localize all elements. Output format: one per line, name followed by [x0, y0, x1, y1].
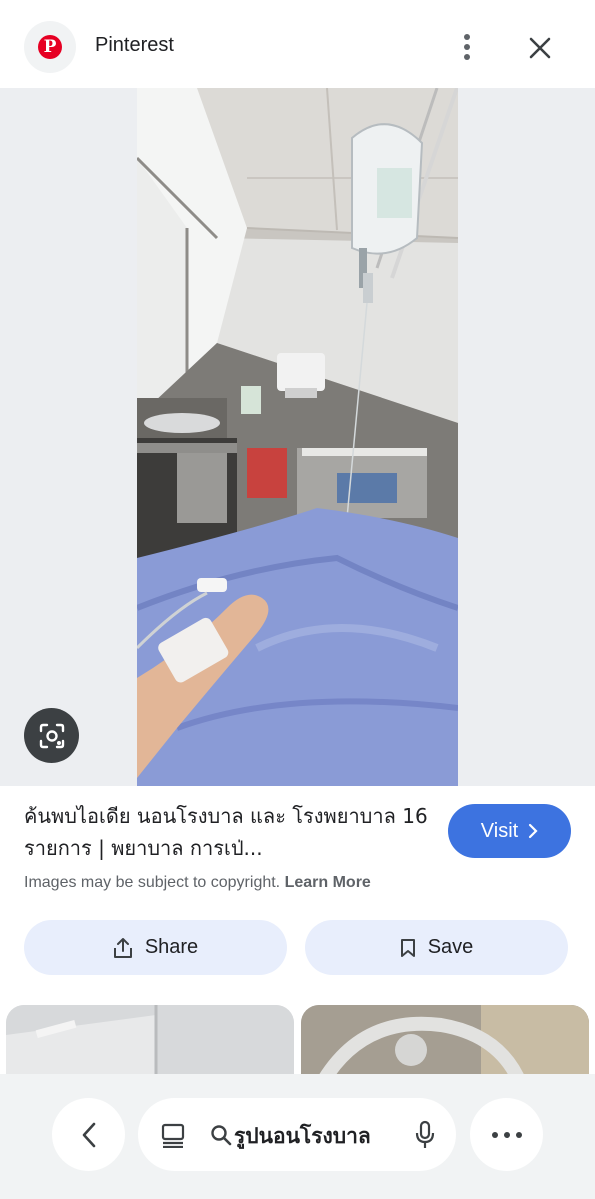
more-horiz-icon[interactable]: [470, 1098, 543, 1171]
pinterest-logo-mark: P: [38, 35, 62, 59]
search-query[interactable]: รูปนอนโรงบาล: [234, 1120, 371, 1153]
copyright-text: Images may be subject to copyright.: [24, 874, 281, 891]
image-viewer: [0, 88, 595, 786]
site-name[interactable]: Pinterest: [95, 34, 174, 57]
result-image[interactable]: [137, 88, 458, 786]
tabs-icon[interactable]: [160, 1122, 186, 1148]
share-icon: [113, 937, 132, 958]
save-label: Save: [427, 936, 474, 958]
chevron-right-icon: [529, 823, 538, 839]
pinterest-logo[interactable]: P: [24, 21, 76, 73]
header: P Pinterest: [0, 0, 595, 88]
related-image[interactable]: [301, 1005, 589, 1085]
share-button[interactable]: Share: [24, 920, 287, 975]
related-image-photo: [301, 1005, 589, 1085]
share-label: Share: [144, 936, 199, 958]
search-icon: [211, 1125, 232, 1146]
learn-more-link[interactable]: Learn More: [285, 874, 371, 891]
close-icon[interactable]: [522, 30, 558, 66]
visit-button[interactable]: Visit: [448, 804, 571, 858]
search-bar[interactable]: รูปนอนโรงบาล: [138, 1098, 456, 1171]
mic-icon[interactable]: [414, 1120, 436, 1150]
lens-icon: [39, 723, 64, 748]
back-icon: [82, 1122, 95, 1147]
result-title[interactable]: ค้นพบไอเดีย นอนโรงบาล และ โรงพยาบาล 16 ร…: [24, 800, 434, 864]
save-button[interactable]: Save: [305, 920, 568, 975]
back-button[interactable]: [52, 1098, 125, 1171]
more-vert-icon[interactable]: [452, 30, 482, 64]
related-image[interactable]: [6, 1005, 294, 1085]
bookmark-icon: [400, 938, 415, 957]
bottom-toolbar: รูปนอนโรงบาล: [0, 1074, 595, 1199]
related-image-photo: [6, 1005, 294, 1085]
visit-label: Visit: [480, 819, 519, 842]
lens-button[interactable]: [24, 708, 79, 763]
copyright-notice: Images may be subject to copyright. Lear…: [24, 874, 371, 892]
